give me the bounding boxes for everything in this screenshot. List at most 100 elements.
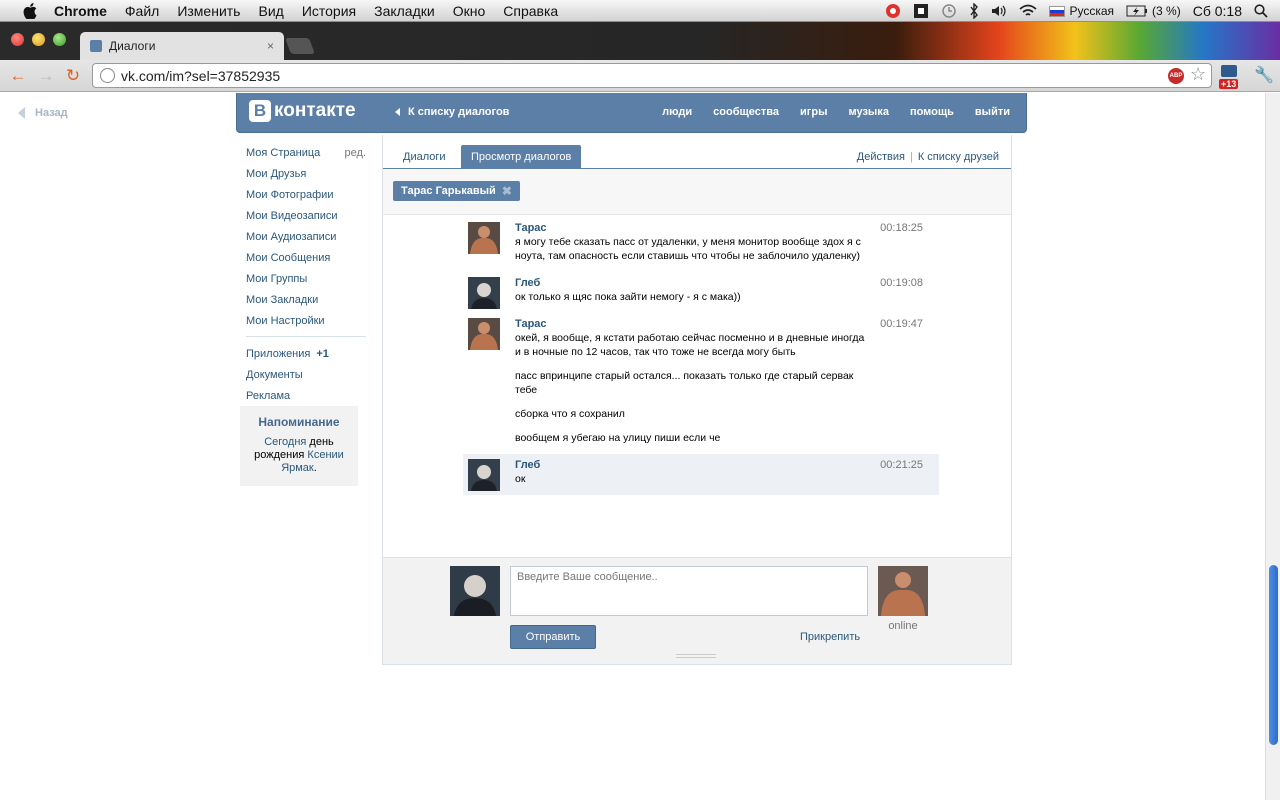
peer-avatar[interactable] [878,566,928,616]
bookmark-star-icon[interactable]: ☆ [1190,64,1206,85]
tab-dialogs[interactable]: Диалоги [393,145,456,169]
sidebar-item-settings[interactable]: Мои Настройки [246,310,366,331]
new-tab-button[interactable] [285,38,315,54]
vk-logo[interactable]: В контакте [249,100,356,122]
input-source-menu[interactable]: Русская [1049,4,1114,18]
scrollbar-thumb[interactable] [1269,565,1278,745]
vk-extension-icon[interactable]: +13 [1219,65,1243,89]
message-author[interactable]: Тарас [515,317,939,331]
attach-link[interactable]: Прикрепить [800,631,860,643]
remove-recipient-icon[interactable]: ✖ [502,184,512,198]
edit-link[interactable]: ред. [345,147,366,159]
resize-handle[interactable] [676,654,716,658]
left-sidebar: Моя Страница ред. Мои Друзья Мои Фотограф… [246,142,366,406]
my-avatar[interactable] [450,566,500,616]
spotlight-icon[interactable] [1254,4,1268,18]
avatar[interactable] [468,277,500,309]
avatar[interactable] [468,459,500,491]
message-author[interactable]: Тарас [515,221,939,235]
menu-window[interactable]: Окно [453,3,486,19]
back-to-dialogs-link[interactable]: К списку диалогов [395,106,509,118]
message-author[interactable]: Глеб [515,458,939,472]
back-arrow-icon[interactable]: ← [8,66,28,86]
message-list: Тарас 00:18:25 я могу тебе сказать пасс … [463,217,939,495]
send-button[interactable]: Отправить [510,625,596,649]
apple-menu-icon[interactable] [20,2,40,20]
menu-bookmarks[interactable]: Закладки [374,3,435,19]
vk-logo-icon: В [249,100,271,122]
message-text: пасс впринципе старый остался... показат… [515,370,854,396]
nav-communities[interactable]: сообщества [713,106,779,118]
window-minimize-button[interactable] [32,33,45,46]
dialog-panel: Диалоги Просмотр диалогов Действия | К спи… [382,135,1012,665]
russian-flag-icon [1049,5,1066,17]
message-input[interactable]: Введите Ваше сообщение.. [510,566,868,616]
nav-help[interactable]: помощь [910,106,954,118]
bluetooth-icon[interactable] [969,3,979,19]
friends-list-link[interactable]: К списку друзей [918,151,999,163]
tab-title: Диалоги [109,39,156,53]
message-text: сборка что я сохранил [515,408,625,420]
actions-link[interactable]: Действия [857,151,905,163]
tab-view-dialogs[interactable]: Просмотр диалогов [461,145,582,169]
chevron-left-icon [395,108,400,116]
dropbox-icon[interactable] [913,3,929,19]
volume-icon[interactable] [991,4,1007,18]
recipient-bar: Тарас Гарькавый ✖ [383,169,1011,215]
menu-clock[interactable]: Сб 0:18 [1193,3,1242,19]
menu-help[interactable]: Справка [503,3,558,19]
sidebar-item-videos[interactable]: Мои Видеозаписи [246,205,366,226]
window-close-button[interactable] [11,33,24,46]
nav-people[interactable]: люди [662,106,692,118]
nav-music[interactable]: музыка [848,106,888,118]
sidebar-item-bookmarks[interactable]: Мои Закладки [246,289,366,310]
sidebar-divider [246,336,366,337]
record-icon[interactable] [885,3,901,19]
wifi-icon[interactable] [1019,4,1038,18]
tab-close-icon[interactable]: × [267,39,274,53]
sidebar-item-photos[interactable]: Мои Фотографии [246,184,366,205]
sidebar-item-ads[interactable]: Реклама [246,385,366,406]
page-back-link[interactable]: Назад [18,107,68,119]
sidebar-item-documents[interactable]: Документы [246,364,366,385]
extension-badge: +13 [1219,79,1239,89]
page-scrollbar[interactable] [1265,93,1280,800]
nav-games[interactable]: игры [800,106,827,118]
menu-history[interactable]: История [302,3,356,19]
reminder-box: Напоминание Сегодня день рождения Ксении… [240,406,358,486]
sidebar-item-groups[interactable]: Мои Группы [246,268,366,289]
reminder-today-link[interactable]: Сегодня [264,436,306,448]
sidebar-item-friends[interactable]: Мои Друзья [246,163,366,184]
message-time: 00:21:25 [880,459,923,471]
top-nav: люди сообщества игры музыка помощь выйти [641,106,1010,118]
time-machine-icon[interactable] [941,3,957,19]
adblock-icon[interactable]: ABP [1168,68,1184,84]
reload-icon[interactable]: ↻ [63,66,83,86]
sidebar-item-my-page[interactable]: Моя Страница ред. [246,142,366,163]
web-page: Назад В контакте К списку диалогов люди … [0,93,1265,800]
browser-tab[interactable]: Диалоги × [80,32,284,60]
battery-status[interactable]: (3 %) [1126,4,1181,18]
window-zoom-button[interactable] [53,33,66,46]
forward-arrow-icon[interactable]: → [36,66,56,86]
avatar[interactable] [468,222,500,254]
avatar[interactable] [468,318,500,350]
nav-logout[interactable]: выйти [975,106,1010,118]
message-item: Тарас 00:19:47 окей, я вообще, я кстати … [463,313,939,454]
wrench-icon[interactable]: 🔧 [1254,65,1274,85]
menu-file[interactable]: Файл [125,3,159,19]
browser-toolbar: ← → ↻ vk.com/im?sel=37852935 ABP ☆ +13 🔧 [0,60,1280,92]
sidebar-item-audio[interactable]: Мои Аудиозаписи [246,226,366,247]
message-time: 00:19:47 [880,318,923,330]
peer-online-status: online [888,620,918,632]
menu-view[interactable]: Вид [258,3,283,19]
menu-chrome[interactable]: Chrome [54,3,107,19]
message-composer: Введите Ваше сообщение.. online Отправит… [383,557,1011,664]
recipient-chip[interactable]: Тарас Гарькавый ✖ [393,181,520,201]
address-bar[interactable]: vk.com/im?sel=37852935 [92,63,1212,88]
message-author[interactable]: Глеб [515,276,939,290]
sidebar-item-messages[interactable]: Мои Сообщения [246,247,366,268]
apps-count-badge: +1 [316,347,329,360]
menu-edit[interactable]: Изменить [177,3,240,19]
sidebar-item-apps[interactable]: Приложения +1 [246,343,366,364]
